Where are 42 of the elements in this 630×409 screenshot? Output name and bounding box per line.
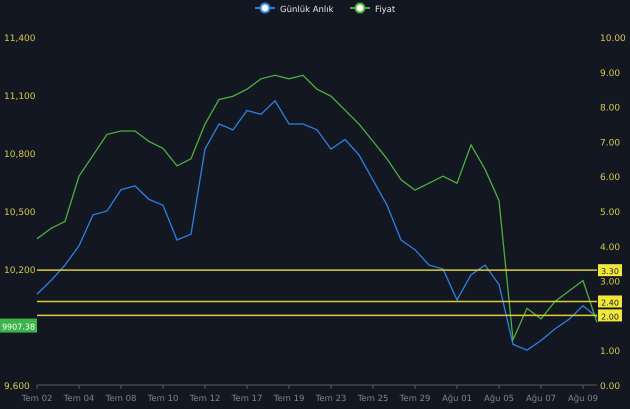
level-tag: 2.00 xyxy=(598,309,622,322)
axis-label: Tem 29 xyxy=(400,394,430,404)
axis-label: Ağu 01 xyxy=(442,394,472,404)
current-value-badge: 9907.38 xyxy=(0,318,37,333)
ref-line-label: 3.30 xyxy=(601,267,619,276)
axis-label: 4.00 xyxy=(600,242,620,253)
axis-label: Tem 10 xyxy=(148,394,178,404)
axis-label: 7.00 xyxy=(600,138,620,148)
axis-label: Ağu 05 xyxy=(484,394,514,404)
axis-label: 1.00 xyxy=(600,347,620,358)
axis-label: 10,800 xyxy=(4,150,36,160)
axis-label: Tem 23 xyxy=(316,394,346,404)
axis-label: Tem 19 xyxy=(274,394,304,404)
axis-label: 9.00 xyxy=(600,68,620,79)
axis-label: 11,400 xyxy=(4,34,36,44)
axis-label: Tem 25 xyxy=(358,394,388,404)
axis-label: Tem 04 xyxy=(64,394,94,404)
axis-label: 3.00 xyxy=(600,278,620,288)
axis-label: Tem 02 xyxy=(22,394,52,404)
ref-line-label: 2.00 xyxy=(601,312,619,322)
ref-line-label: 2.40 xyxy=(601,298,619,308)
level-tag: 3.30 xyxy=(598,264,622,276)
axis-label: 9,600 xyxy=(4,382,30,392)
legend-label: Günlük Anlık xyxy=(280,5,334,15)
axis-label: 10.00 xyxy=(600,34,626,44)
axis-label: 10,500 xyxy=(4,208,36,218)
level-tag: 2.40 xyxy=(598,295,622,308)
axis-label: Tem 12 xyxy=(190,394,220,404)
legend-label: Fiyat xyxy=(375,5,396,15)
axis-label: 5.00 xyxy=(600,208,620,218)
annotation: 9907.38 xyxy=(2,322,36,332)
axis-label: Tem 17 xyxy=(232,394,262,404)
axis-label: 11,100 xyxy=(4,92,36,102)
axis-label: Ağu 09 xyxy=(568,394,598,404)
legend-item[interactable]: Fiyat xyxy=(350,2,396,15)
legend-item[interactable]: Günlük Anlık xyxy=(255,2,334,15)
axis-label: 8.00 xyxy=(600,104,620,114)
axis-label: 10,200 xyxy=(4,266,36,276)
axis-label: 6.00 xyxy=(600,173,620,184)
axis-label: Tem 08 xyxy=(106,394,136,404)
axis-label: Ağu 07 xyxy=(526,394,556,404)
axis-label: 0.00 xyxy=(600,382,620,392)
